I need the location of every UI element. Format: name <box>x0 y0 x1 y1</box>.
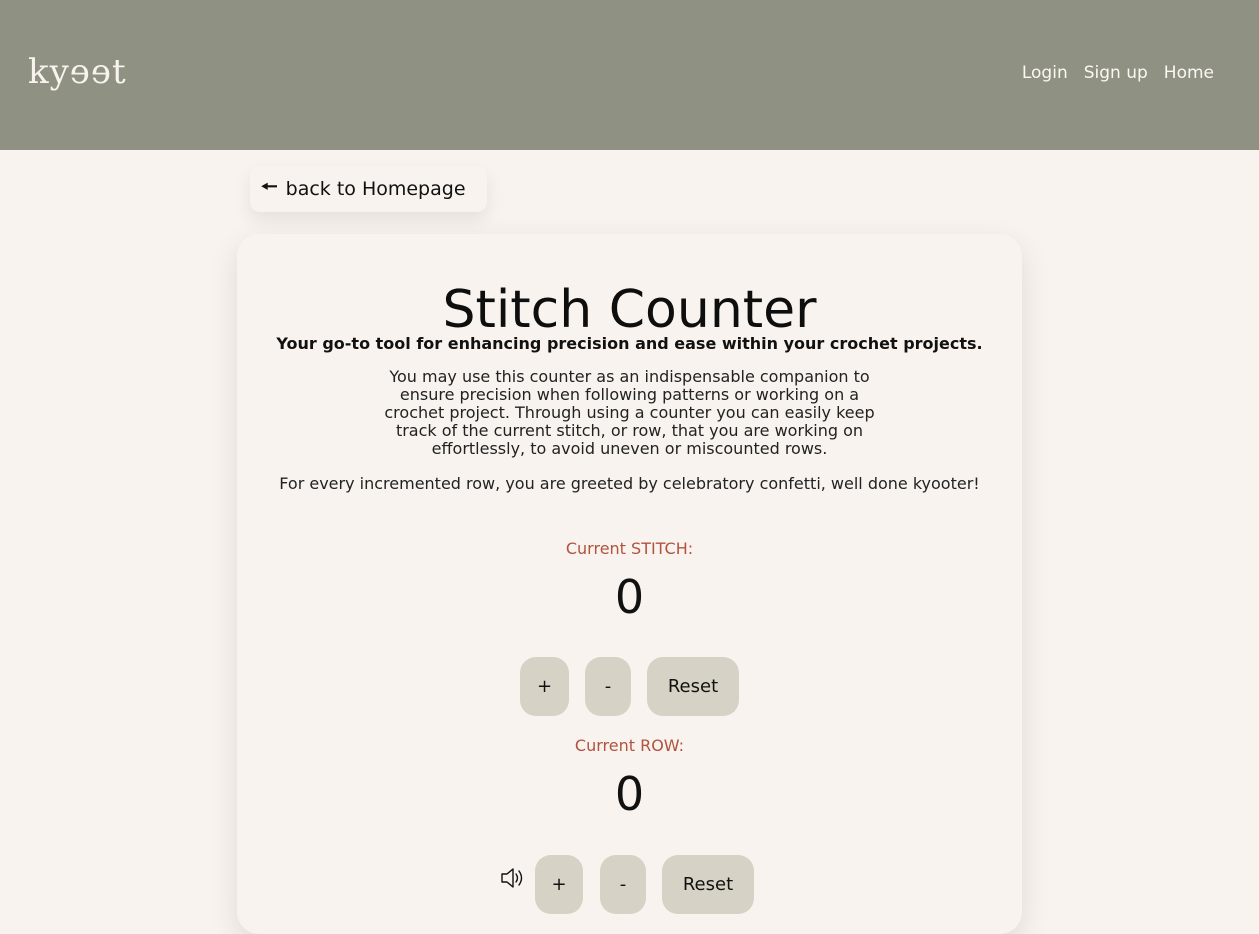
top-navbar: kyɘɘt Login Sign up Home <box>0 0 1259 150</box>
back-arrow-icon: 🠔 <box>261 176 278 198</box>
row-counter-label: Current ROW: <box>574 736 685 755</box>
nav-home-link[interactable]: Home <box>1164 63 1214 83</box>
back-to-homepage-button[interactable]: 🠔 back to Homepage <box>250 166 487 212</box>
stitch-decrement-button[interactable]: - <box>585 657 631 716</box>
description-text: You may use this counter as an indispens… <box>384 367 875 458</box>
stitch-reset-button[interactable]: Reset <box>647 657 739 716</box>
nav-links: Login Sign up Home <box>1022 63 1214 83</box>
logo[interactable]: kyɘɘt <box>28 52 127 92</box>
speaker-icon[interactable] <box>499 865 525 891</box>
confetti-note: For every incremented row, you are greet… <box>279 474 980 493</box>
nav-login-link[interactable]: Login <box>1022 63 1068 83</box>
row-reset-button[interactable]: Reset <box>662 855 754 914</box>
row-increment-button[interactable]: + <box>535 855 583 914</box>
stitch-counter-value: 0 <box>614 570 645 624</box>
stitch-counter-card: Stitch Counter Your go-to tool for enhan… <box>237 234 1022 934</box>
stitch-increment-button[interactable]: + <box>520 657 569 716</box>
back-button-label: back to Homepage <box>285 178 466 200</box>
row-counter-value: 0 <box>614 767 645 821</box>
stitch-counter-label: Current STITCH: <box>565 539 694 558</box>
nav-signup-link[interactable]: Sign up <box>1084 63 1148 83</box>
page-subtitle: Your go-to tool for enhancing precision … <box>276 334 983 353</box>
page-title: Stitch Counter <box>442 280 817 340</box>
row-decrement-button[interactable]: - <box>600 855 646 914</box>
